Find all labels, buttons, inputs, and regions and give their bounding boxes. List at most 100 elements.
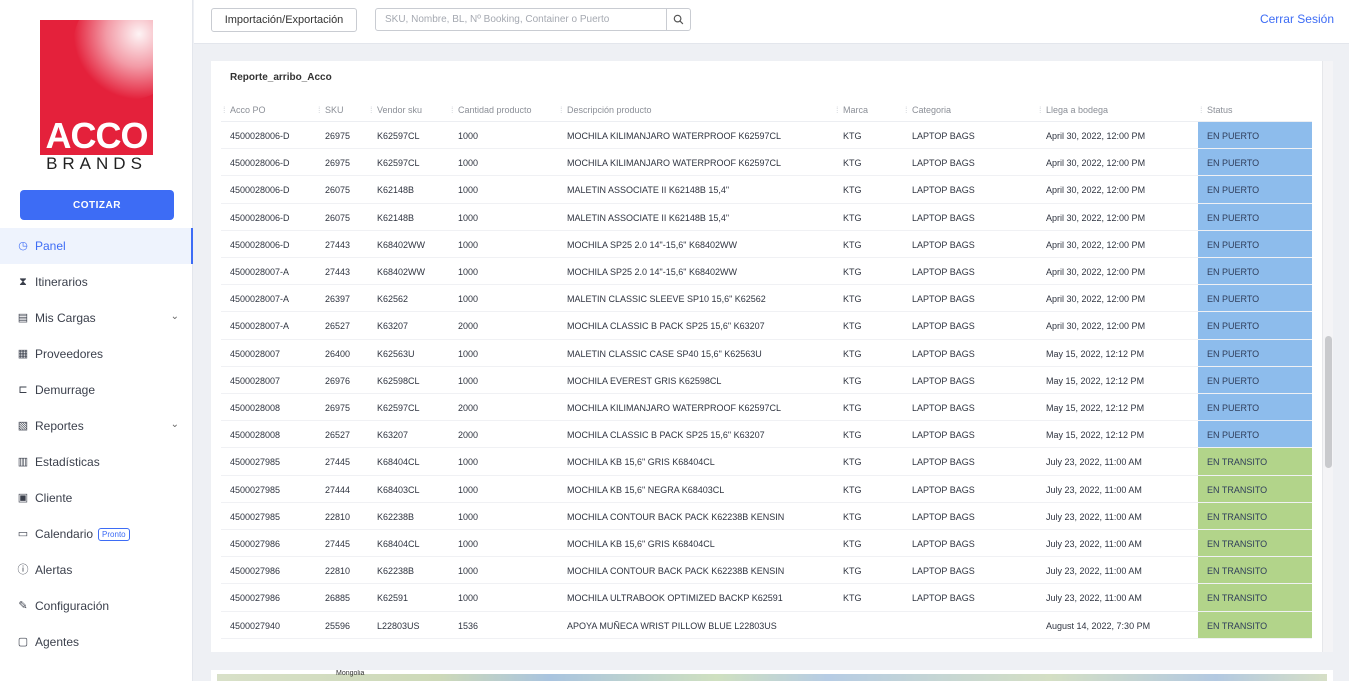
- acco-brands-logo[interactable]: ACCO BRANDS: [40, 20, 153, 173]
- logo-brands-text: BRANDS: [46, 154, 147, 173]
- column-separator: ⁞: [560, 105, 563, 115]
- table-scrollbar[interactable]: [1322, 61, 1333, 652]
- table-cell: 4500027986: [230, 566, 281, 577]
- sidebar-nav: ◷ Panel ⧗ Itinerarios ▤ Mis Cargas ⌄ ▦ Proveedor…: [0, 228, 193, 660]
- table-cell: K62148B: [377, 212, 415, 223]
- table-cell: 22810: [325, 511, 351, 522]
- sidebar-item-cliente[interactable]: ▣ Cliente: [0, 480, 193, 516]
- table-row[interactable]: 4500028006-D 26075 K62148B 1000 MALETIN ASSO…: [221, 203, 1312, 231]
- table-cell: 1000: [458, 131, 479, 141]
- sidebar-item-demurrage[interactable]: ⊏ Demurrage: [0, 372, 193, 408]
- table-cell: 1000: [458, 348, 479, 359]
- column-header[interactable]: ⁞ Descripción producto: [560, 105, 652, 115]
- column-header[interactable]: ⁞ Acco PO: [223, 105, 266, 115]
- sidebar-item-alertas[interactable]: ⓘ Alertas: [0, 552, 193, 588]
- table-cell: May 15, 2022, 12:12 PM: [1046, 403, 1145, 413]
- chevron-down-icon[interactable]: ⌄: [171, 311, 179, 322]
- table-row[interactable]: 4500027986 22810 K62238B 1000 MOCHILA CONTOU…: [221, 557, 1312, 585]
- table-row[interactable]: 4500028008 26527 K63207 2000 MOCHILA CLASSIC…: [221, 421, 1312, 449]
- column-header[interactable]: ⁞ Cantidad producto: [451, 105, 532, 115]
- column-header[interactable]: ⁞ Llega a bodega: [1039, 105, 1109, 115]
- search-input[interactable]: [376, 9, 666, 30]
- column-header[interactable]: ⁞ Marca: [836, 105, 868, 115]
- status-badge: EN TRANSITO: [1198, 475, 1312, 502]
- table-row[interactable]: 4500027985 22810 K62238B 1000 MOCHILA CONTOU…: [221, 502, 1312, 530]
- table-row[interactable]: 4500028007 26400 K62563U 1000 MALETIN CLASSI…: [221, 339, 1312, 367]
- status-badge: EN PUERTO: [1198, 230, 1312, 257]
- status-badge: EN PUERTO: [1198, 176, 1312, 203]
- column-header-label: Vendor sku: [377, 105, 423, 115]
- table-row[interactable]: 4500028007 26976 K62598CL 1000 MOCHILA EVERE…: [221, 366, 1312, 394]
- table-row[interactable]: 4500028006-D 27443 K68402WW 1000 MOCHILA SP2…: [221, 230, 1312, 258]
- column-separator: ⁞: [1200, 105, 1203, 115]
- table-row[interactable]: 4500027985 27444 K68403CL 1000 MOCHILA KB 15…: [221, 475, 1312, 503]
- table-row[interactable]: 4500028008 26975 K62597CL 2000 MOCHILA KILIM…: [221, 394, 1312, 422]
- table-cell: April 30, 2022, 12:00 PM: [1046, 212, 1146, 223]
- search-button[interactable]: [666, 9, 690, 30]
- column-header[interactable]: ⁞ SKU: [318, 105, 344, 115]
- scrollbar-thumb[interactable]: [1325, 336, 1332, 468]
- table-row[interactable]: 4500027986 26885 K62591 1000 MOCHILA ULTRABO…: [221, 584, 1312, 612]
- logout-link[interactable]: Cerrar Sesión: [1260, 12, 1334, 26]
- sidebar-item-itinerarios[interactable]: ⧗ Itinerarios: [0, 264, 193, 300]
- table-cell: 1000: [458, 212, 479, 223]
- sidebar-item-label: Proveedores: [35, 347, 104, 361]
- column-header[interactable]: ⁞ Status: [1200, 105, 1233, 115]
- table-row[interactable]: 4500028006-D 26975 K62597CL 1000 MOCHILA KIL…: [221, 149, 1312, 177]
- table-cell: MOCHILA EVEREST GRIS K62598CL: [567, 375, 722, 386]
- table-cell: 4500027986: [230, 539, 281, 549]
- sidebar-item-estadísticas[interactable]: ▥ Estadísticas: [0, 444, 193, 480]
- table-row[interactable]: 4500028006-D 26075 K62148B 1000 MALETIN ASSO…: [221, 176, 1312, 204]
- table-row[interactable]: 4500027986 27445 K68404CL 1000 MOCHILA KB 15…: [221, 530, 1312, 558]
- table-cell: 4500028007-A: [230, 267, 290, 277]
- status-badge: EN TRANSITO: [1198, 502, 1312, 529]
- table-cell: MALETIN CLASSIC CASE SP40 15,6" K62563U: [567, 348, 762, 359]
- table-cell: KTG: [843, 185, 862, 196]
- table-cell: 4500027940: [230, 620, 281, 631]
- column-header[interactable]: ⁞ Categoria: [905, 105, 951, 115]
- column-header-label: Llega a bodega: [1046, 105, 1109, 115]
- sidebar-item-panel[interactable]: ◷ Panel: [0, 228, 193, 264]
- table-cell: 1000: [458, 484, 479, 495]
- agents-icon: ▢: [17, 636, 29, 648]
- sidebar-item-configuración[interactable]: ✎ Configuración: [0, 588, 193, 624]
- logo-red-block: ACCO: [40, 20, 153, 155]
- sidebar-item-agentes[interactable]: ▢ Agentes: [0, 624, 193, 660]
- table-cell: July 23, 2022, 11:00 AM: [1046, 457, 1142, 468]
- import-export-button[interactable]: Importación/Exportación: [211, 8, 357, 32]
- table-row[interactable]: 4500028006-D 26975 K62597CL 1000 MOCHILA KIL…: [221, 122, 1312, 150]
- column-header-label: SKU: [325, 105, 344, 115]
- table-cell: April 30, 2022, 12:00 PM: [1046, 131, 1146, 141]
- table-cell: 27445: [325, 539, 351, 549]
- table-cell: 26885: [325, 593, 351, 604]
- column-header[interactable]: ⁞ Vendor sku: [370, 105, 423, 115]
- table-row[interactable]: 4500028007-A 26527 K63207 2000 MOCHILA CLASS…: [221, 312, 1312, 340]
- status-badge: EN PUERTO: [1198, 258, 1312, 285]
- table-cell: KTG: [843, 457, 862, 468]
- table-cell: 4500028006-D: [230, 158, 290, 169]
- table-cell: LAPTOP BAGS: [912, 566, 975, 577]
- table-cell: 1000: [458, 267, 479, 277]
- status-badge: EN PUERTO: [1198, 312, 1312, 339]
- table-cell: 1000: [458, 375, 479, 386]
- map-panel[interactable]: Mongolia: [211, 670, 1333, 681]
- cotizar-button[interactable]: COTIZAR: [20, 190, 174, 220]
- table-cell: 26075: [325, 185, 351, 196]
- table-cell: 4500028007: [230, 375, 281, 386]
- chevron-down-icon[interactable]: ⌄: [171, 419, 179, 430]
- table-row[interactable]: 4500028007-A 27443 K68402WW 1000 MOCHILA SP2…: [221, 258, 1312, 286]
- table-cell: KTG: [843, 294, 862, 305]
- status-badge: EN PUERTO: [1198, 394, 1312, 421]
- sidebar-item-calendario[interactable]: ▭ Calendario Pronto: [0, 516, 193, 552]
- table-row[interactable]: 4500028007-A 26397 K62562 1000 MALETIN CLASS…: [221, 285, 1312, 313]
- sidebar-item-proveedores[interactable]: ▦ Proveedores: [0, 336, 193, 372]
- table-cell: 1000: [458, 158, 479, 169]
- table-row[interactable]: 4500027985 27445 K68404CL 1000 MOCHILA KB 15…: [221, 448, 1312, 476]
- sidebar-item-mis-cargas[interactable]: ▤ Mis Cargas ⌄: [0, 300, 193, 336]
- sidebar-item-reportes[interactable]: ▧ Reportes ⌄: [0, 408, 193, 444]
- column-separator: ⁞: [451, 105, 454, 115]
- table-cell: MALETIN ASSOCIATE II K62148B 15,4": [567, 185, 730, 196]
- table-cell: 27443: [325, 239, 351, 250]
- status-badge: EN TRANSITO: [1198, 530, 1312, 557]
- table-row[interactable]: 4500027940 25596 L22803US 1536 APOYA MUÑECA …: [221, 611, 1312, 639]
